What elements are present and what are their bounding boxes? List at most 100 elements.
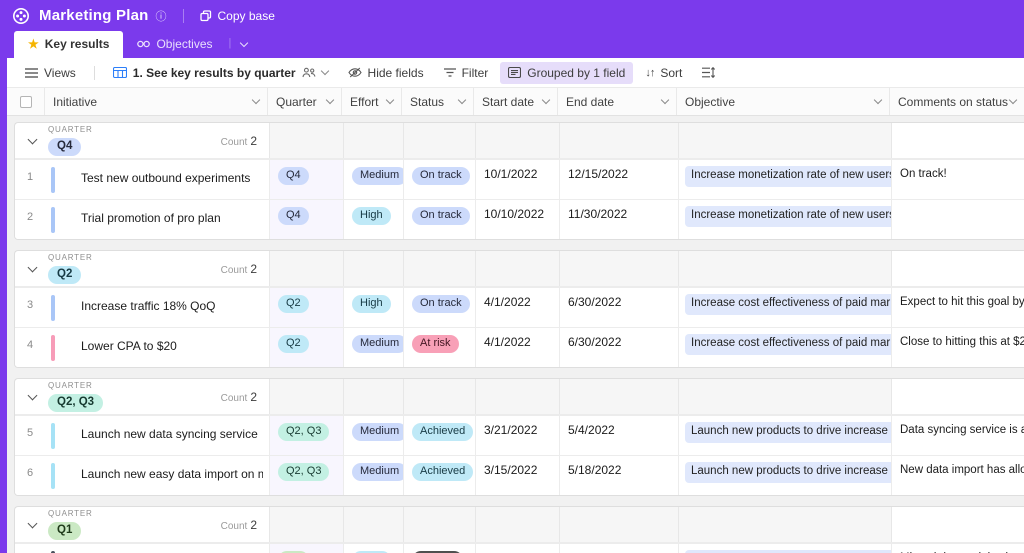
filter-label: Filter — [461, 65, 489, 80]
group-header-cell — [475, 379, 559, 414]
cell-end-date[interactable]: 5/18/2022 — [559, 456, 678, 495]
cell-start-date[interactable]: 1/13/2022 — [475, 544, 559, 553]
view-switcher[interactable]: 1. See key results by quarter — [105, 62, 336, 84]
sort-button[interactable]: ↓↑ Sort — [637, 62, 690, 84]
column-header-start-date[interactable]: Start date — [474, 88, 558, 115]
select-all-cell[interactable] — [7, 88, 45, 115]
column-header-status[interactable]: Status — [402, 88, 474, 115]
cell-end-date[interactable]: 11/30/2022 — [559, 200, 678, 239]
value-pill: Medium — [352, 423, 403, 441]
tab-separator: | — [228, 37, 232, 49]
cell-start-date[interactable]: 3/21/2022 — [475, 416, 559, 455]
table-row: 6 Launch new easy data import on mobile Q2… — [15, 455, 1024, 495]
info-icon[interactable]: ⓘ — [156, 8, 167, 24]
select-all-checkbox[interactable] — [19, 95, 32, 108]
cell-initiative[interactable]: 1 Test new outbound experiments — [15, 160, 269, 199]
cell-end-date[interactable]: 3/12/2022 — [559, 544, 678, 553]
value-pill: On track — [412, 207, 470, 225]
column-header-objective[interactable]: Objective — [677, 88, 890, 115]
group-header-info: QUARTER Q2 Count 2 — [15, 251, 269, 286]
cell-status[interactable]: Achieved — [403, 456, 475, 495]
cell-objective[interactable]: Increase cost effectiveness of paid mark… — [678, 328, 891, 367]
group-collapse-chevron[interactable] — [27, 262, 38, 273]
column-header-initiative[interactable]: Initiative — [45, 88, 268, 115]
cell-quarter[interactable]: Q2 — [269, 288, 343, 327]
cell-comments[interactable]: On track! — [891, 160, 955, 199]
cell-comments[interactable]: New data import has allowed us to increa… — [891, 456, 1024, 495]
cell-quarter[interactable]: Q2 — [269, 328, 343, 367]
cell-status[interactable]: Achieved — [403, 416, 475, 455]
cell-status[interactable]: On track — [403, 200, 475, 239]
group-value-pill: Q2, Q3 — [48, 393, 104, 413]
filter-button[interactable]: Filter — [436, 62, 497, 84]
cell-quarter[interactable]: Q2, Q3 — [269, 456, 343, 495]
hamburger-icon — [25, 67, 38, 78]
cell-quarter[interactable]: Q4 — [269, 200, 343, 239]
cell-objective[interactable]: Launch new products to drive increase in… — [678, 456, 891, 495]
group-header-cell — [559, 251, 678, 286]
column-header-effort[interactable]: Effort — [342, 88, 402, 115]
cell-comments[interactable]: Data syncing service is attributing a 13… — [891, 416, 1024, 455]
cell-start-date[interactable]: 4/1/2022 — [475, 288, 559, 327]
cell-start-date[interactable]: 4/1/2022 — [475, 328, 559, 367]
cell-quarter[interactable]: Q4 — [269, 160, 343, 199]
comments-text: On track! — [900, 168, 947, 180]
cell-effort[interactable]: High — [343, 200, 403, 239]
cell-objective[interactable]: Increase monetization rate of new users … — [678, 160, 891, 199]
cell-comments[interactable] — [891, 200, 908, 239]
group-field-label: QUARTER — [48, 124, 93, 134]
column-header-end-date[interactable]: End date — [558, 88, 677, 115]
cell-end-date[interactable]: 6/30/2022 — [559, 288, 678, 327]
cell-end-date[interactable]: 6/30/2022 — [559, 328, 678, 367]
cell-objective[interactable]: Launch new brand to position Ascalon as … — [678, 544, 891, 553]
cell-effort[interactable]: High — [343, 288, 403, 327]
cell-start-date[interactable]: 3/15/2022 — [475, 456, 559, 495]
cell-initiative[interactable]: 7Revamped company and product logo — [15, 544, 269, 553]
group-collapse-chevron[interactable] — [27, 390, 38, 401]
cell-initiative[interactable]: 6 Launch new easy data import on mobile — [15, 456, 269, 495]
group-header-cell — [891, 251, 892, 286]
cell-effort[interactable]: Medium — [343, 416, 403, 455]
cell-quarter[interactable]: Q2, Q3 — [269, 416, 343, 455]
column-header-comments[interactable]: Comments on status — [890, 88, 1024, 115]
cell-start-date[interactable]: 10/1/2022 — [475, 160, 559, 199]
column-header-quarter[interactable]: Quarter — [268, 88, 342, 115]
row-height-button[interactable] — [694, 63, 723, 82]
cell-quarter[interactable]: Q1 — [269, 544, 343, 553]
views-button[interactable]: Views — [17, 62, 84, 84]
group-header-cell — [403, 251, 475, 286]
cell-initiative[interactable]: 5 Launch new data syncing service — [15, 416, 269, 455]
cell-initiative[interactable]: 3 Increase traffic 18% QoQ — [15, 288, 269, 327]
page-title: Marketing Plan — [39, 7, 149, 24]
group-collapse-chevron[interactable] — [27, 134, 38, 145]
cell-start-date[interactable]: 10/10/2022 — [475, 200, 559, 239]
tab-key-results[interactable]: ★ Key results — [14, 31, 124, 58]
tab-chevron-down-icon[interactable] — [240, 33, 249, 51]
tab-objectives[interactable]: Objectives — [123, 31, 226, 58]
cell-initiative[interactable]: 4 Lower CPA to $20 — [15, 328, 269, 367]
cell-comments[interactable]: Expect to hit this goal by EOQ, currentl… — [891, 288, 1024, 327]
group-header-info: QUARTER Q1 Count 2 — [15, 507, 269, 542]
cell-end-date[interactable]: 12/15/2022 — [559, 160, 678, 199]
group-button[interactable]: Grouped by 1 field — [500, 61, 634, 84]
cell-initiative[interactable]: 2 Trial promotion of pro plan — [15, 200, 269, 239]
cell-objective[interactable]: Increase cost effectiveness of paid mark… — [678, 288, 891, 327]
cell-objective[interactable]: Increase monetization rate of new users … — [678, 200, 891, 239]
cell-status[interactable]: On track — [403, 160, 475, 199]
cell-status[interactable]: On track — [403, 288, 475, 327]
group-collapse-chevron[interactable] — [27, 518, 38, 529]
hide-fields-button[interactable]: Hide fields — [340, 62, 432, 84]
cell-status[interactable]: Missed — [403, 544, 475, 553]
cell-effort[interactable]: Medium — [343, 160, 403, 199]
cell-objective[interactable]: Launch new products to drive increase in… — [678, 416, 891, 455]
record-color-bar — [51, 295, 55, 321]
cell-end-date[interactable]: 5/4/2022 — [559, 416, 678, 455]
cell-effort[interactable]: High — [343, 544, 403, 553]
cell-status[interactable]: At risk — [403, 328, 475, 367]
cell-comments[interactable]: Missed due to delay in — [891, 544, 1022, 553]
cell-effort[interactable]: Medium — [343, 456, 403, 495]
cell-comments[interactable]: Close to hitting this at $22 average CPA… — [891, 328, 1024, 367]
copy-base-button[interactable]: Copy base — [199, 9, 275, 23]
cell-effort[interactable]: Medium — [343, 328, 403, 367]
app-logo-icon — [12, 7, 30, 25]
